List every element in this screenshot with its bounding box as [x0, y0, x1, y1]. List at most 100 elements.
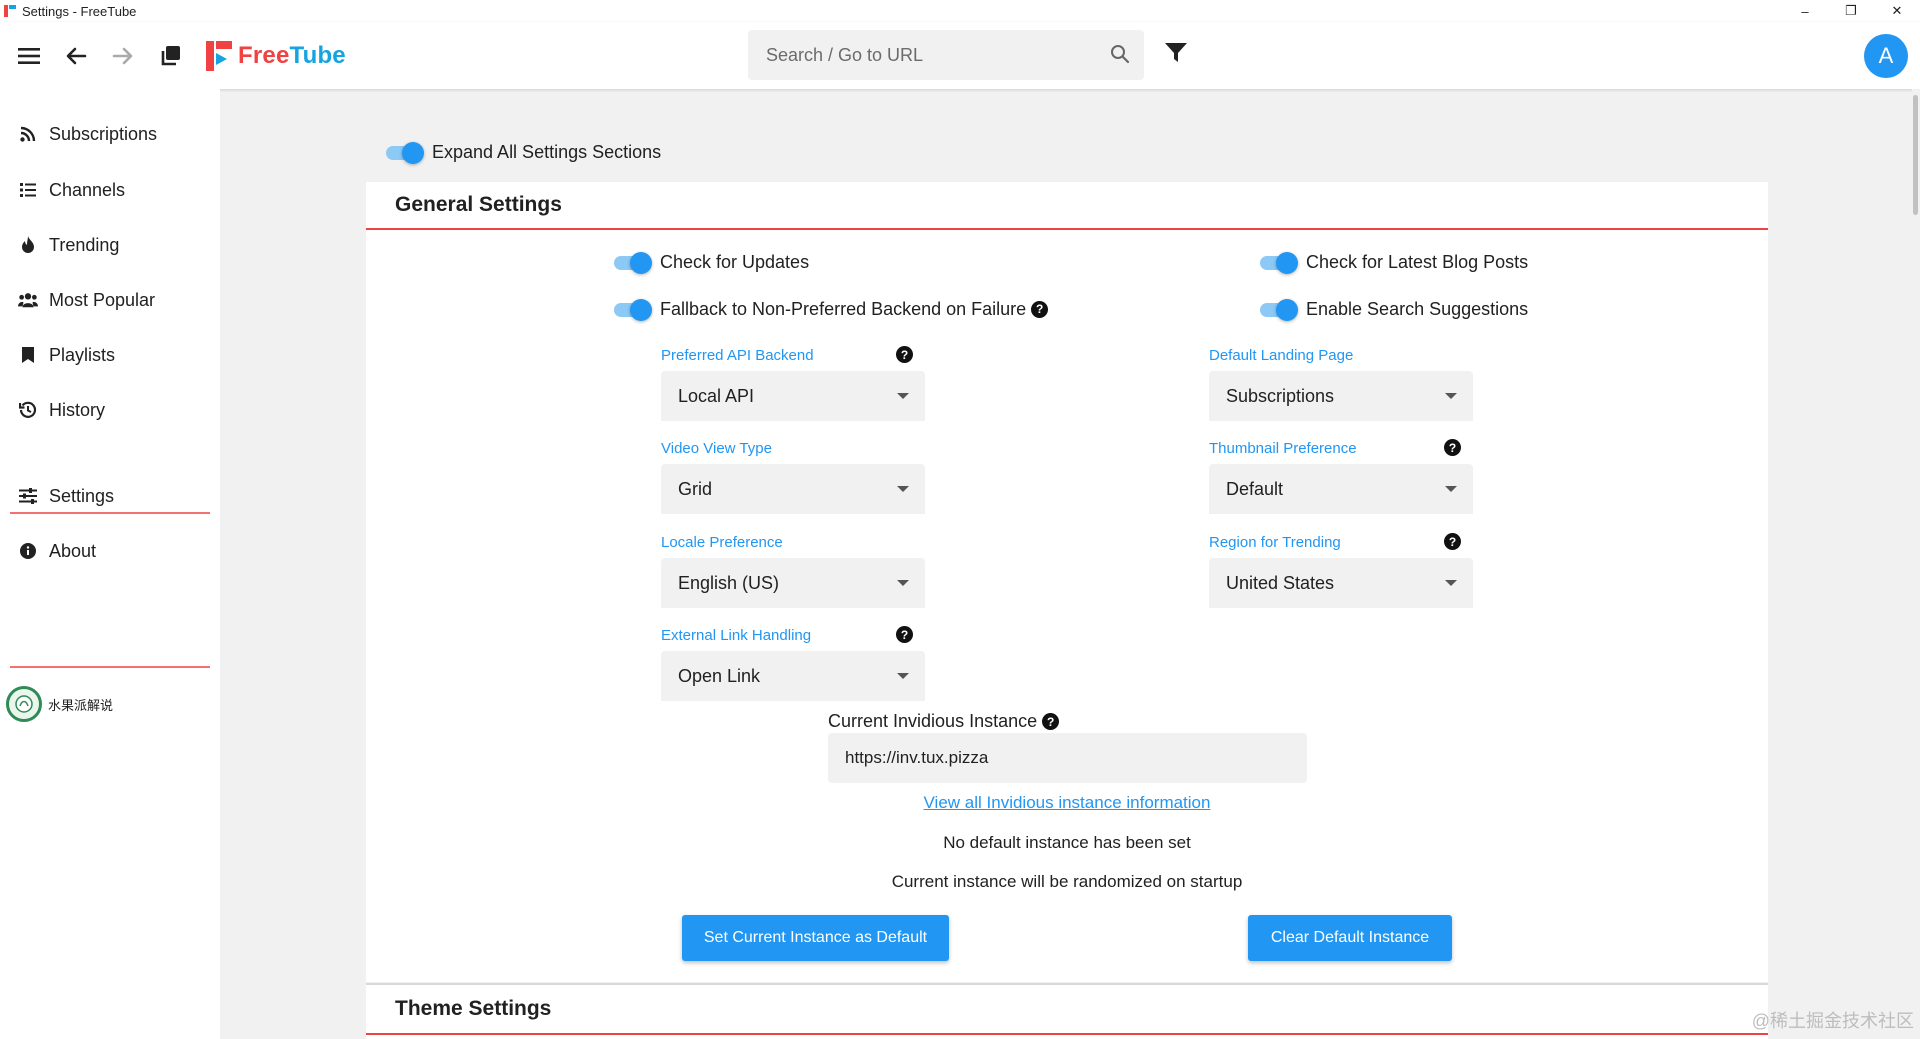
- search-suggestions-row: Enable Search Suggestions: [1258, 297, 1528, 321]
- fire-icon: [18, 235, 38, 255]
- sidebar-item-label: History: [49, 399, 106, 420]
- locale-dropdown[interactable]: English (US): [661, 558, 925, 608]
- external-link-dropdown[interactable]: Open Link: [661, 651, 925, 701]
- check-updates-label: Check for Updates: [660, 251, 810, 272]
- select-value: Local API: [678, 385, 755, 406]
- invidious-label-text: Current Invidious Instance: [828, 711, 1038, 731]
- search-suggestions-label: Enable Search Suggestions: [1306, 298, 1529, 319]
- logo-free-text: Free: [238, 42, 290, 69]
- blog-posts-row: Check for Latest Blog Posts: [1258, 250, 1528, 274]
- thumbnail-select: Thumbnail Preference? Default: [1209, 438, 1473, 514]
- select-label: Video View Type: [661, 438, 925, 458]
- landing-page-dropdown[interactable]: Subscriptions: [1209, 371, 1473, 421]
- side-nav: Subscriptions Channels Trending Most Pop…: [0, 89, 220, 1039]
- general-settings-header[interactable]: General Settings: [366, 182, 1768, 230]
- select-label: Preferred API Backend?: [661, 345, 925, 365]
- help-icon[interactable]: ?: [1444, 439, 1461, 456]
- caret-down-icon: [897, 393, 909, 399]
- thumbnail-dropdown[interactable]: Default: [1209, 464, 1473, 514]
- search-input[interactable]: [766, 44, 1106, 66]
- select-value: United States: [1226, 572, 1335, 593]
- theme-settings-header[interactable]: Theme Settings: [366, 985, 1768, 1035]
- caret-down-icon: [1445, 393, 1457, 399]
- check-updates-toggle[interactable]: [612, 250, 652, 274]
- sidebar-item-trending[interactable]: Trending: [0, 222, 220, 268]
- help-icon[interactable]: ?: [896, 626, 913, 643]
- forward-arrow-icon[interactable]: [107, 40, 139, 72]
- freetube-logo-icon: [206, 41, 232, 71]
- logo-text: FreeTube: [238, 42, 346, 70]
- view-all-instances-link[interactable]: View all Invidious instance information: [924, 793, 1211, 812]
- fallback-backend-label: Fallback to Non-Preferred Backend on Fai…: [660, 298, 1027, 319]
- sidebar-channel-item[interactable]: 水果派解说: [6, 686, 113, 722]
- window-titlebar: Settings - FreeTube – ❐ ✕: [0, 0, 1920, 22]
- sidebar-item-label: Trending: [49, 234, 120, 255]
- general-settings-section: General Settings: [366, 182, 1768, 982]
- back-arrow-icon[interactable]: [60, 40, 92, 72]
- scrollbar-thumb[interactable]: [1913, 95, 1918, 215]
- view-type-dropdown[interactable]: Grid: [661, 464, 925, 514]
- select-label-text: Thumbnail Preference: [1209, 439, 1357, 457]
- freetube-app-icon: [4, 5, 16, 17]
- freetube-logo[interactable]: FreeTube: [206, 40, 346, 72]
- fallback-backend-toggle[interactable]: [612, 297, 652, 321]
- main-scrollbar[interactable]: [1912, 89, 1920, 1039]
- window-controls: – ❐ ✕: [1782, 0, 1920, 22]
- select-label-text: Region for Trending: [1209, 533, 1341, 551]
- sidebar-item-subscriptions[interactable]: Subscriptions: [0, 111, 220, 157]
- sidebar-item-channels[interactable]: Channels: [0, 167, 220, 213]
- set-default-instance-button[interactable]: Set Current Instance as Default: [682, 915, 949, 961]
- select-label-text: External Link Handling: [661, 626, 812, 644]
- randomized-instance-text: Current instance will be randomized on s…: [891, 872, 1243, 891]
- external-link-select: External Link Handling? Open Link: [661, 625, 925, 701]
- select-value: Open Link: [678, 665, 761, 686]
- region-dropdown[interactable]: United States: [1209, 558, 1473, 608]
- section-title: Theme Settings: [395, 997, 552, 1020]
- sidebar-item-playlists[interactable]: Playlists: [0, 332, 220, 378]
- list-icon: [18, 180, 38, 200]
- no-default-instance-text: No default instance has been set: [943, 833, 1191, 852]
- blog-posts-toggle[interactable]: [1258, 250, 1298, 274]
- select-label: Region for Trending?: [1209, 532, 1473, 552]
- sidebar-divider: [10, 666, 210, 668]
- search-icon[interactable]: [1110, 44, 1130, 69]
- users-icon: [18, 290, 38, 310]
- select-label-text: Locale Preference: [661, 533, 783, 551]
- sidebar-item-about[interactable]: About: [0, 528, 220, 574]
- logo-tube-text: Tube: [289, 42, 346, 69]
- help-icon[interactable]: ?: [1031, 300, 1049, 318]
- new-window-icon[interactable]: [154, 40, 186, 72]
- clear-default-instance-button[interactable]: Clear Default Instance: [1248, 915, 1452, 961]
- close-button[interactable]: ✕: [1874, 0, 1920, 22]
- help-icon[interactable]: ?: [896, 346, 913, 363]
- invidious-instance-input[interactable]: [828, 733, 1307, 783]
- api-backend-dropdown[interactable]: Local API: [661, 371, 925, 421]
- channel-avatar: [6, 686, 42, 722]
- info-icon: [18, 541, 38, 561]
- filter-icon[interactable]: [1164, 42, 1188, 69]
- profile-avatar[interactable]: A: [1864, 34, 1908, 78]
- sidebar-item-settings[interactable]: Settings: [0, 473, 220, 519]
- sidebar-item-most-popular[interactable]: Most Popular: [0, 277, 220, 323]
- caret-down-icon: [897, 580, 909, 586]
- select-value: Default: [1226, 478, 1284, 499]
- section-title: General Settings: [395, 193, 562, 216]
- caret-down-icon: [1445, 486, 1457, 492]
- restore-button[interactable]: ❐: [1828, 0, 1874, 22]
- expand-all-toggle[interactable]: [384, 140, 424, 164]
- help-icon[interactable]: ?: [1444, 533, 1461, 550]
- sidebar-item-label: About: [49, 540, 97, 561]
- api-backend-select: Preferred API Backend? Local API: [661, 345, 925, 421]
- sidebar-item-label: Settings: [49, 485, 115, 506]
- menu-icon[interactable]: [13, 40, 45, 72]
- help-icon[interactable]: ?: [1042, 713, 1060, 730]
- search-suggestions-toggle[interactable]: [1258, 297, 1298, 321]
- expand-all-row: Expand All Settings Sections: [384, 140, 661, 164]
- fallback-backend-row: Fallback to Non-Preferred Backend on Fai…: [612, 297, 1049, 321]
- minimize-button[interactable]: –: [1782, 0, 1828, 22]
- select-label-text: Preferred API Backend: [661, 346, 814, 364]
- blog-posts-label: Check for Latest Blog Posts: [1306, 251, 1529, 272]
- view-all-instances-row: View all Invidious instance information: [366, 793, 1768, 813]
- sidebar-item-history[interactable]: History: [0, 387, 220, 433]
- rss-icon: [18, 124, 38, 144]
